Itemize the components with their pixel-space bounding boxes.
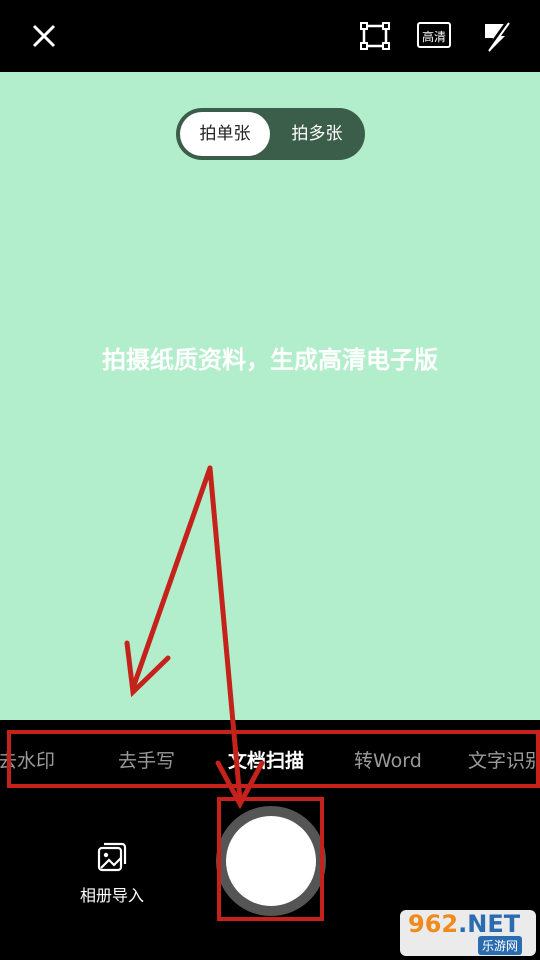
watermark-cn: 乐游网 — [478, 936, 523, 955]
shutter-highlight — [217, 797, 324, 921]
flash-off-icon[interactable] — [477, 18, 513, 54]
capture-hint-text: 拍摄纸质资料，生成高清电子版 — [102, 346, 438, 374]
close-icon[interactable] — [26, 18, 62, 54]
gallery-import-button[interactable]: 相册导入 — [70, 840, 154, 906]
capture-mode-toggle[interactable]: 拍单张 拍多张 — [176, 108, 365, 160]
multi-shot-option[interactable]: 拍多张 — [272, 112, 362, 156]
gallery-icon — [70, 840, 154, 878]
top-bar: 高清 — [0, 0, 540, 72]
gallery-import-label: 相册导入 — [79, 886, 144, 905]
camera-preview[interactable] — [0, 72, 540, 720]
site-watermark-logo: 962.NET 乐游网 — [400, 910, 536, 956]
single-shot-option[interactable]: 拍单张 — [180, 112, 270, 156]
mode-bar-highlight — [7, 730, 540, 788]
hd-quality-button[interactable]: 高清 — [417, 22, 451, 48]
watermark-tld: .NET — [458, 910, 521, 938]
crop-frame-icon[interactable] — [357, 18, 393, 54]
watermark-number: 962 — [408, 910, 459, 938]
